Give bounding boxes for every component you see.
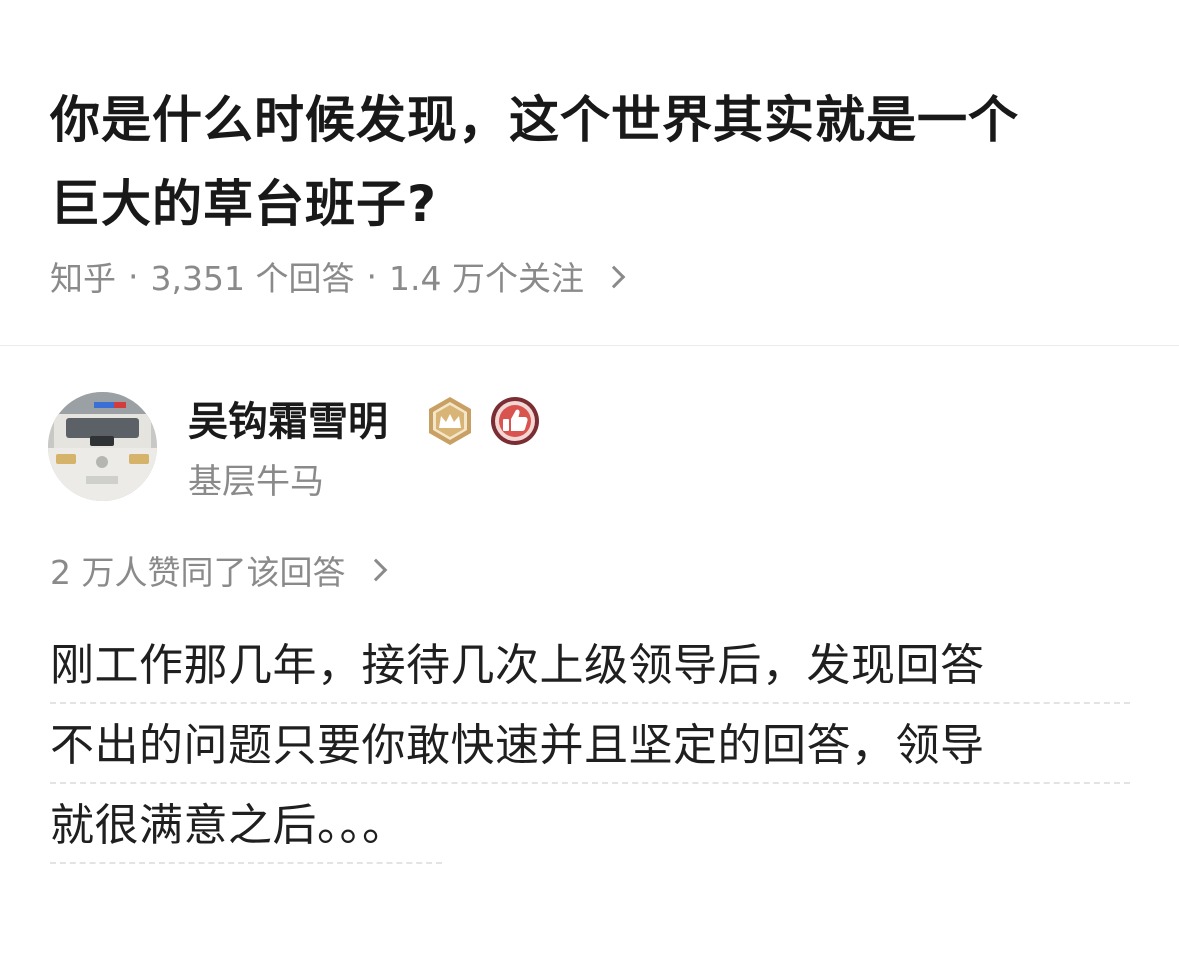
avatar[interactable] bbox=[48, 392, 157, 501]
question-title[interactable]: 你是什么时候发现，这个世界其实就是一个 巨大的草台班子? bbox=[50, 78, 1140, 246]
upvote-summary-text: 2 万人赞同了该回答 bbox=[50, 553, 346, 592]
author-name[interactable]: 吴钩霜雪明 bbox=[188, 394, 388, 450]
section-divider bbox=[0, 345, 1179, 346]
thumbs-up-badge-icon[interactable] bbox=[489, 395, 541, 447]
answer-line: 刚工作那几年，接待几次上级领导后，发现回答 bbox=[50, 626, 1130, 706]
chevron-right-icon bbox=[602, 265, 626, 289]
author-bio: 基层牛马 bbox=[188, 462, 324, 502]
answer-line: 不出的问题只要你敢快速并且坚定的回答，领导 bbox=[50, 706, 1130, 786]
author-card: 吴钩霜雪明 基层牛马 bbox=[48, 392, 748, 504]
question-header: 你是什么时候发现，这个世界其实就是一个 巨大的草台班子? 知乎 · 3,351 … bbox=[0, 0, 1179, 345]
dashed-underline bbox=[50, 862, 442, 864]
dashed-underline bbox=[50, 782, 1130, 784]
crown-badge-icon[interactable] bbox=[424, 395, 476, 447]
answer-line-text: 不出的问题只要你敢快速并且坚定的回答，领导 bbox=[50, 720, 985, 771]
answer-content[interactable]: 刚工作那几年，接待几次上级领导后，发现回答 不出的问题只要你敢快速并且坚定的回答… bbox=[50, 626, 1130, 866]
question-title-line-1: 你是什么时候发现，这个世界其实就是一个 bbox=[50, 91, 1019, 149]
chevron-right-icon bbox=[364, 558, 387, 582]
question-title-line-2: 巨大的草台班子? bbox=[50, 175, 438, 233]
answer-line-text: 刚工作那几年，接待几次上级领导后，发现回答 bbox=[50, 640, 985, 691]
answer-line-text: 就很满意之后。。。 bbox=[50, 800, 407, 851]
source-label: 知乎 bbox=[50, 259, 116, 298]
meta-separator: · bbox=[128, 256, 139, 296]
answer-count: 3,351 个回答 bbox=[150, 259, 355, 298]
meta-separator: · bbox=[366, 256, 377, 296]
question-meta[interactable]: 知乎 · 3,351 个回答 · 1.4 万个关注 bbox=[50, 252, 626, 300]
upvote-summary[interactable]: 2 万人赞同了该回答 bbox=[50, 544, 387, 596]
answer-line: 就很满意之后。。。 bbox=[50, 786, 1130, 866]
car-photo-icon bbox=[48, 392, 157, 501]
dashed-underline bbox=[50, 702, 1130, 704]
follower-count: 1.4 万个关注 bbox=[388, 259, 584, 298]
